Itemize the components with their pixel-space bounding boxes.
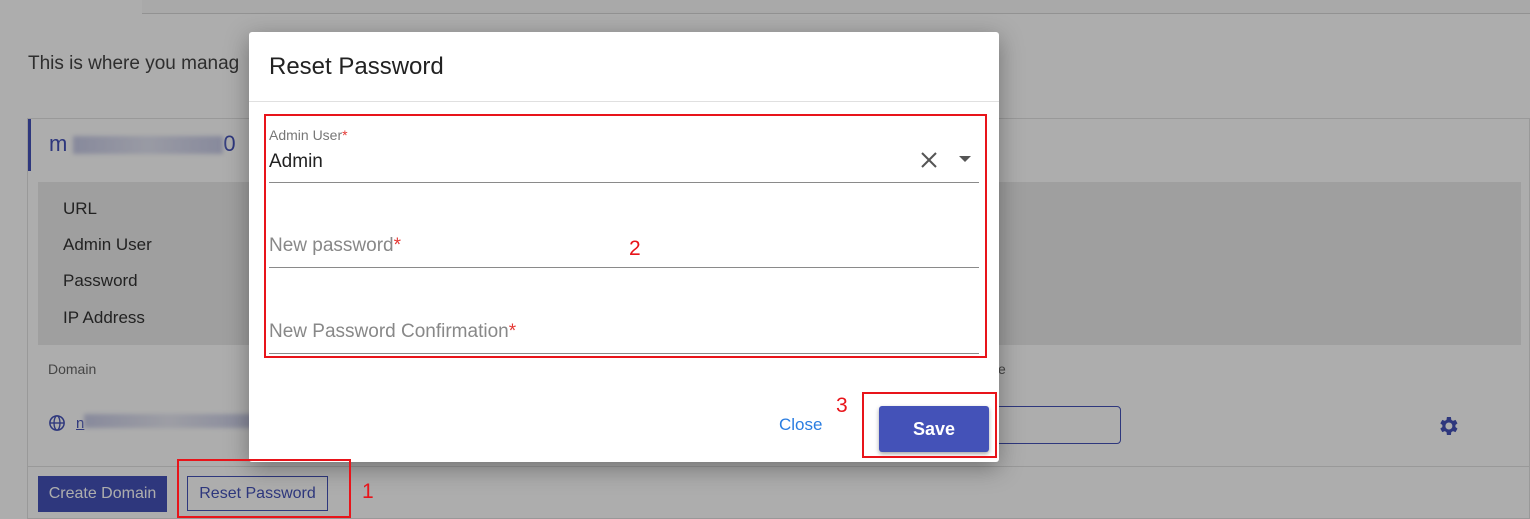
annotation-box-1 [177, 459, 351, 518]
annotation-box-3 [862, 392, 997, 458]
close-button[interactable]: Close [779, 415, 822, 435]
annotation-label-3: 3 [836, 394, 848, 417]
annotation-box-2 [264, 114, 987, 358]
annotation-label-1: 1 [362, 480, 374, 503]
dialog-title: Reset Password [269, 53, 444, 80]
annotation-label-2: 2 [629, 237, 641, 260]
dialog-divider [249, 101, 999, 102]
